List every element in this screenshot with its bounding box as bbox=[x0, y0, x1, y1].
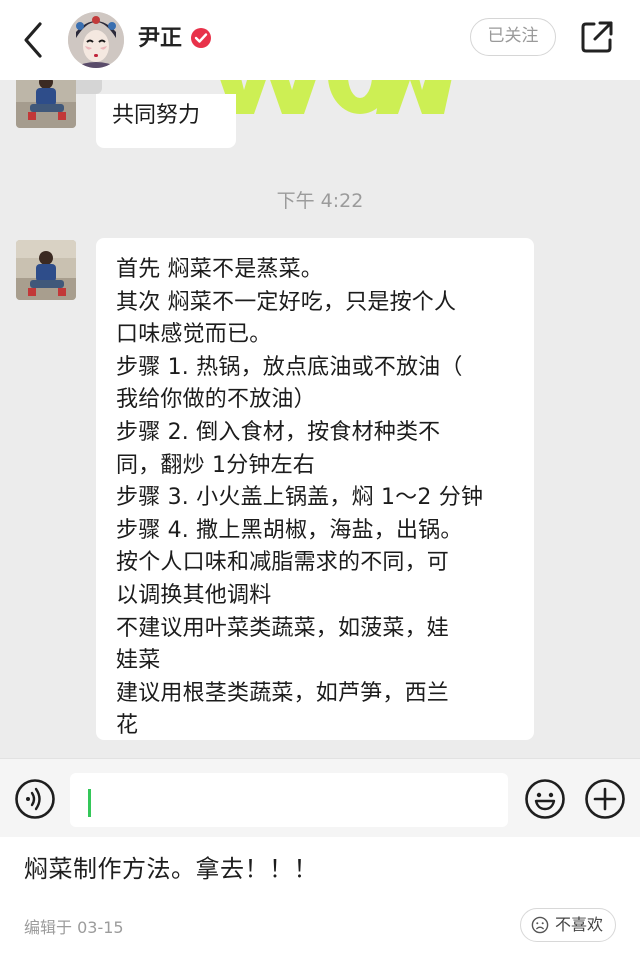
message-line: 娃菜 bbox=[116, 648, 161, 674]
sad-face-icon bbox=[531, 916, 549, 934]
edit-date: 编辑于 03-15 bbox=[24, 918, 124, 937]
message-bubble: 首先 焖菜不是蒸菜。 其次 焖菜不一定好吃，只是按个人 口味感觉而已。 步骤 1… bbox=[96, 238, 534, 740]
message-line: 其次 焖菜不一定好吃，只是按个人 bbox=[116, 289, 457, 315]
emoji-button[interactable] bbox=[524, 778, 566, 820]
message-line: 步骤 3. 小火盖上锅盖，焖 1～2 分钟 bbox=[116, 485, 484, 511]
back-arrow-icon bbox=[24, 22, 42, 58]
dislike-button[interactable]: 不喜欢 bbox=[520, 908, 616, 942]
share-button[interactable] bbox=[578, 18, 616, 56]
sender-photo-image bbox=[16, 80, 76, 128]
message-line: 不建议用叶菜类蔬菜，如菠菜，娃 bbox=[116, 615, 450, 641]
sender-avatar bbox=[16, 240, 76, 300]
message-line: 口味感觉而已。 bbox=[116, 322, 272, 348]
author-avatar[interactable] bbox=[68, 12, 124, 68]
follow-button[interactable]: 已关注 bbox=[470, 18, 556, 56]
message-line: 以调换其他调料 bbox=[116, 582, 272, 608]
previous-message-bubble: 共同努力 bbox=[96, 94, 236, 148]
message-input[interactable] bbox=[70, 773, 508, 827]
plus-icon bbox=[585, 779, 625, 819]
wow-sticker-art bbox=[220, 80, 452, 114]
message-line: 建议用根茎类蔬菜，如芦笋，西兰 bbox=[116, 680, 450, 706]
more-options-button[interactable] bbox=[584, 778, 626, 820]
sender-avatar bbox=[16, 80, 76, 128]
back-button[interactable] bbox=[14, 18, 54, 62]
post-caption: 焖菜制作方法。拿去！！！ bbox=[24, 855, 318, 883]
opera-mask-avatar-image bbox=[68, 12, 124, 68]
message-line: 步骤 2. 倒入食材，按食材种类不 bbox=[116, 419, 441, 445]
message-line: 按个人口味和减脂需求的不同，可 bbox=[116, 550, 450, 576]
voice-icon bbox=[15, 779, 55, 819]
message-line: 同，翻炒 1分钟左右 bbox=[116, 452, 315, 478]
text-cursor bbox=[88, 789, 91, 817]
message-line: 首先 焖菜不是蒸菜。 bbox=[116, 257, 323, 282]
chat-input-bar bbox=[0, 758, 640, 837]
message-line: 我给你做的不放油） bbox=[116, 387, 316, 413]
sender-photo-image bbox=[16, 240, 76, 300]
chat-screenshot: 共同努力 下午 4:22 首先 焖菜不是蒸菜。 其次 焖菜不一定好吃，只是按个人… bbox=[0, 80, 640, 837]
message-line: 步骤 4. 撒上黑胡椒，海盐，出锅。 bbox=[116, 517, 463, 543]
message-line: 花 bbox=[116, 713, 139, 739]
emoji-icon bbox=[525, 779, 565, 819]
share-icon bbox=[581, 21, 613, 53]
dislike-label: 不喜欢 bbox=[555, 915, 604, 934]
author-name[interactable]: 尹正 bbox=[138, 24, 182, 54]
previous-message-text: 共同努力 bbox=[112, 103, 201, 128]
top-bar: 尹正 已关注 bbox=[0, 0, 640, 80]
verified-badge-icon bbox=[191, 28, 211, 48]
voice-button[interactable] bbox=[14, 778, 56, 820]
message-line: 步骤 1. 热锅，放点底油或不放油（ bbox=[116, 354, 463, 380]
chat-timestamp: 下午 4:22 bbox=[276, 190, 364, 212]
